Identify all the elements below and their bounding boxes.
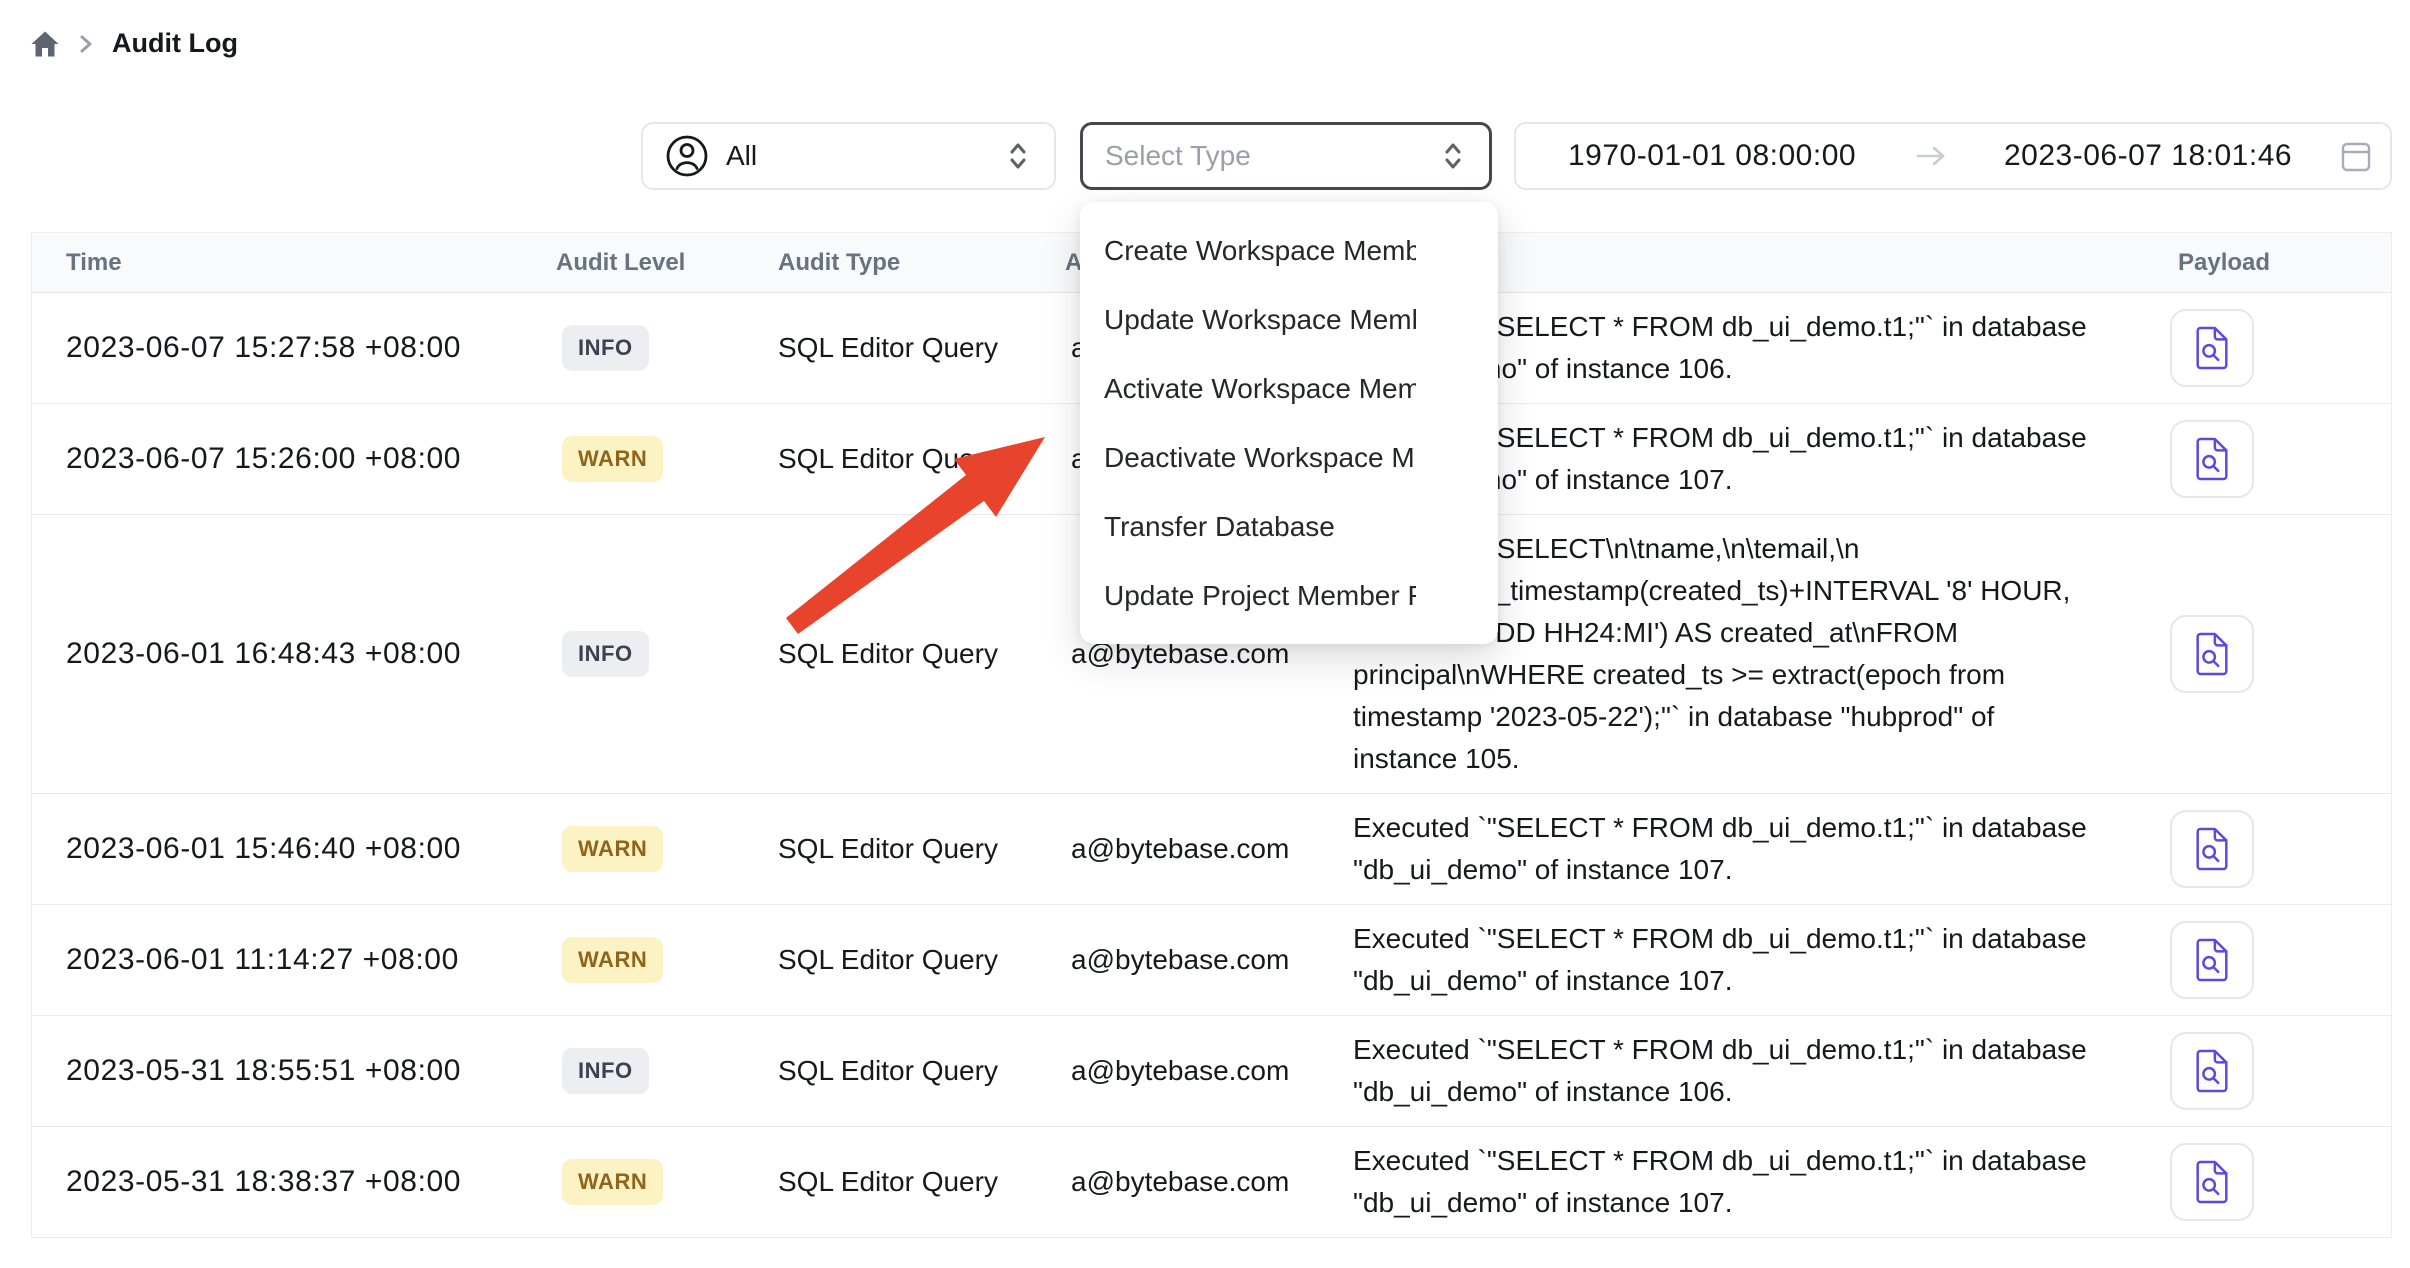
row-actor: a@bytebase.com (1071, 833, 1289, 865)
row-audit-level: WARN (562, 1159, 663, 1205)
payload-view-button[interactable] (2170, 810, 2254, 888)
type-menu-item-label: Update Workspace Member (1104, 304, 1416, 336)
row-time: 2023-06-01 16:48:43 +08:00 (66, 637, 461, 671)
column-header-type: Audit Type (778, 249, 900, 277)
row-time: 2023-06-07 15:27:58 +08:00 (66, 331, 461, 365)
type-filter-select[interactable]: Select Type (1080, 122, 1492, 190)
row-payload (2170, 615, 2254, 693)
type-menu-item-label: Create Workspace Member (1104, 235, 1416, 267)
home-icon[interactable] (30, 30, 60, 58)
audit-level-badge: WARN (562, 436, 663, 482)
person-circle-icon (665, 134, 709, 178)
arrow-right-icon (1912, 143, 1950, 169)
row-audit-type: SQL Editor Query (778, 1055, 998, 1087)
row-audit-type: SQL Editor Query (778, 332, 998, 364)
row-time: 2023-05-31 18:55:51 +08:00 (66, 1054, 461, 1088)
type-menu-item[interactable]: Deactivate Workspace Member (1080, 423, 1498, 492)
type-filter-placeholder: Select Type (1105, 140, 1251, 172)
column-header-payload: Payload (2178, 249, 2270, 277)
audit-level-badge: INFO (562, 325, 649, 371)
type-menu-item[interactable]: Activate Workspace Member (1080, 354, 1498, 423)
row-time: 2023-06-07 15:26:00 +08:00 (66, 442, 461, 476)
type-menu-item[interactable]: Transfer Database (1080, 492, 1498, 561)
row-comment: Executed `"SELECT * FROM db_ui_demo.t1;"… (1353, 794, 2183, 904)
row-actor: a@bytebase.com (1071, 1166, 1289, 1198)
actor-filter-select[interactable]: All (641, 122, 1056, 190)
breadcrumb: Audit Log (30, 28, 238, 59)
row-audit-type: SQL Editor Query (778, 638, 998, 670)
payload-view-button[interactable] (2170, 1032, 2254, 1110)
row-comment: Executed `"SELECT * FROM db_ui_demo.t1;"… (1353, 1127, 2183, 1237)
row-time: 2023-06-01 15:46:40 +08:00 (66, 832, 461, 866)
row-audit-level: WARN (562, 937, 663, 983)
audit-level-badge: WARN (562, 826, 663, 872)
up-down-chevrons-icon (1441, 140, 1465, 172)
payload-view-button[interactable] (2170, 615, 2254, 693)
row-audit-type: SQL Editor Query (778, 1166, 998, 1198)
type-menu-item[interactable]: Create Workspace Member (1080, 216, 1498, 285)
row-audit-level: INFO (562, 325, 649, 371)
row-audit-level: WARN (562, 436, 663, 482)
table-row: 2023-05-31 18:38:37 +08:00 WARN SQL Editor… (32, 1127, 2391, 1238)
type-menu-item[interactable]: Update Workspace Member (1080, 285, 1498, 354)
row-time: 2023-06-01 11:14:27 +08:00 (66, 943, 459, 977)
row-payload (2170, 309, 2254, 387)
table-row: 2023-06-01 15:46:40 +08:00 WARN SQL Editor… (32, 794, 2391, 905)
type-filter-dropdown-menu: Create Workspace Member Update Workspace … (1080, 202, 1498, 644)
payload-view-button[interactable] (2170, 1143, 2254, 1221)
row-time: 2023-05-31 18:38:37 +08:00 (66, 1165, 461, 1199)
type-menu-item-label: Activate Workspace Member (1104, 373, 1416, 405)
payload-view-button[interactable] (2170, 420, 2254, 498)
row-payload (2170, 921, 2254, 999)
date-range-picker[interactable]: 1970-01-01 08:00:00 2023-06-07 18:01:46 (1514, 122, 2392, 190)
type-menu-item-label: Update Project Member Role (1104, 580, 1416, 612)
table-row: 2023-06-01 11:14:27 +08:00 WARN SQL Editor… (32, 905, 2391, 1016)
calendar-icon (2340, 139, 2372, 173)
audit-level-badge: INFO (562, 631, 649, 677)
row-payload (2170, 810, 2254, 888)
audit-level-badge: INFO (562, 1048, 649, 1094)
row-audit-type: SQL Editor Query (778, 833, 998, 865)
audit-level-badge: WARN (562, 1159, 663, 1205)
column-header-level: Audit Level (556, 249, 685, 277)
column-header-time: Time (66, 249, 122, 277)
payload-view-button[interactable] (2170, 309, 2254, 387)
payload-view-button[interactable] (2170, 921, 2254, 999)
up-down-chevrons-icon (1006, 140, 1030, 172)
row-audit-level: WARN (562, 826, 663, 872)
date-range-end[interactable]: 2023-06-07 18:01:46 (2004, 139, 2292, 173)
row-comment: Executed `"SELECT * FROM db_ui_demo.t1;"… (1353, 1016, 2183, 1126)
row-audit-type: SQL Editor Query (778, 443, 998, 475)
type-menu-item-label: Deactivate Workspace Member (1104, 442, 1416, 474)
row-comment: Executed `"SELECT * FROM db_ui_demo.t1;"… (1353, 905, 2183, 1015)
audit-level-badge: WARN (562, 937, 663, 983)
row-payload (2170, 1143, 2254, 1221)
actor-filter-value: All (726, 140, 757, 172)
row-payload (2170, 420, 2254, 498)
row-audit-level: INFO (562, 631, 649, 677)
date-range-start[interactable]: 1970-01-01 08:00:00 (1568, 139, 1856, 173)
chevron-right-icon (78, 31, 94, 57)
type-menu-item[interactable]: Update Project Member Role (1080, 561, 1498, 630)
row-audit-type: SQL Editor Query (778, 944, 998, 976)
table-row: 2023-05-31 18:55:51 +08:00 INFO SQL Editor… (32, 1016, 2391, 1127)
row-actor: a@bytebase.com (1071, 1055, 1289, 1087)
row-payload (2170, 1032, 2254, 1110)
type-menu-item-label: Transfer Database (1104, 511, 1416, 543)
row-audit-level: INFO (562, 1048, 649, 1094)
row-actor: a@bytebase.com (1071, 944, 1289, 976)
page-title: Audit Log (112, 28, 238, 59)
